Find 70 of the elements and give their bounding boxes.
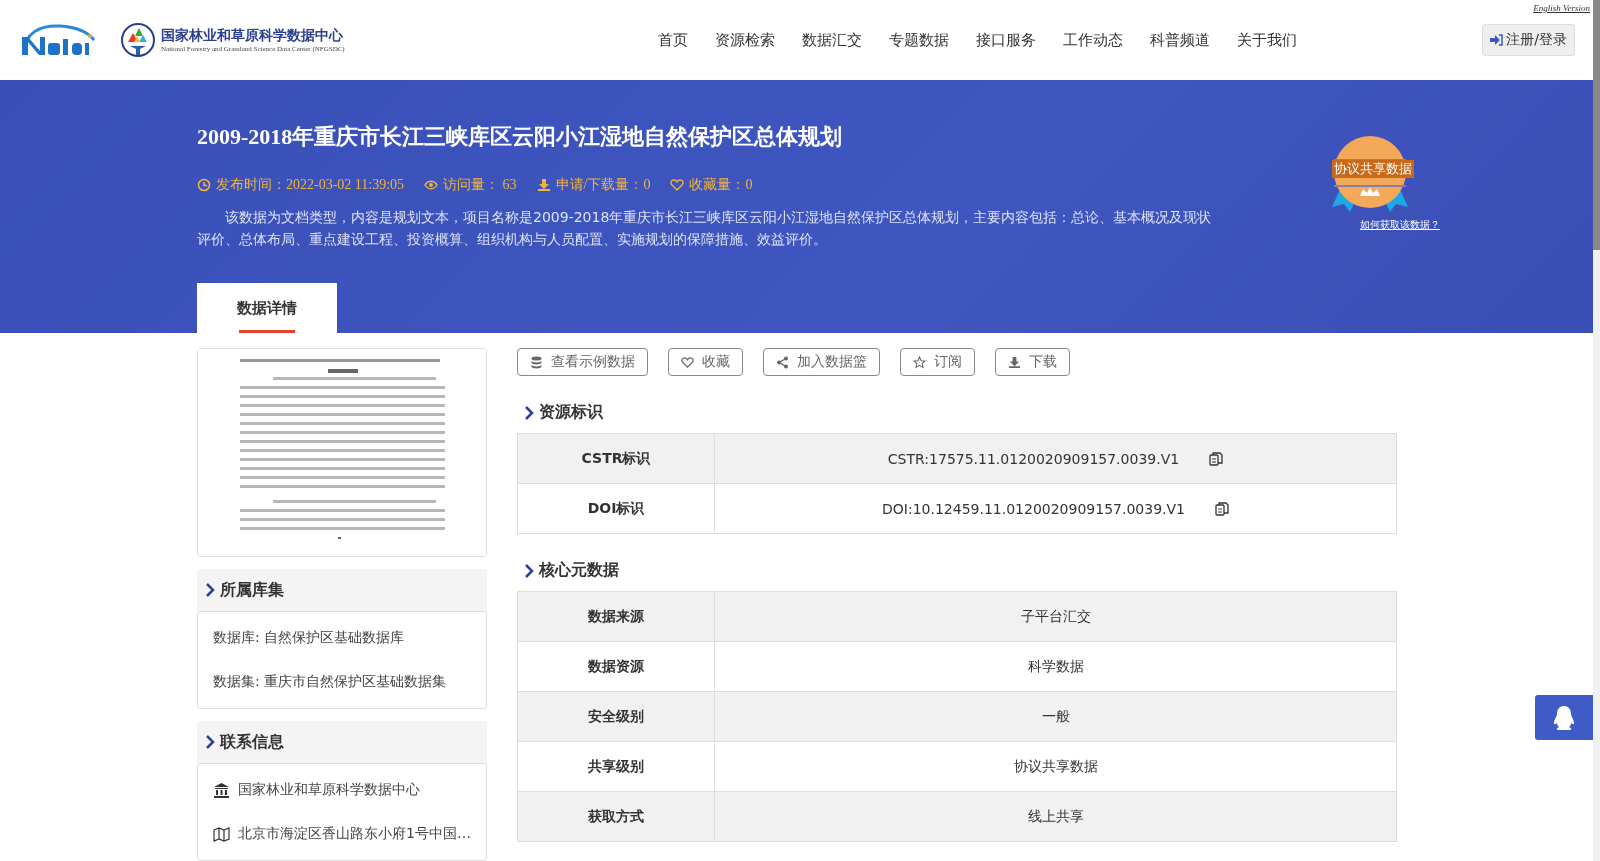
login-button[interactable]: 注册/登录 bbox=[1482, 24, 1575, 56]
chevron-icon bbox=[524, 405, 534, 420]
action-button[interactable]: 下载 bbox=[995, 348, 1070, 376]
penguin-icon bbox=[1552, 704, 1576, 731]
nav-link[interactable]: 资源检索 bbox=[715, 30, 776, 50]
site-name: 国家林业和草原科学数据中心 bbox=[161, 27, 344, 45]
tree-logo-icon[interactable] bbox=[120, 22, 156, 58]
nav-link[interactable]: 数据汇交 bbox=[802, 30, 863, 50]
database-icon bbox=[530, 355, 543, 369]
download-icon bbox=[1008, 355, 1021, 369]
map-icon bbox=[213, 826, 230, 842]
dataset-description: 该数据为文档类型，内容是规划文本，项目名称是2009-2018年重庆市长江三峡库区云阳小江湿地自然保护区总体规划，主要内容包括：总论、基本概况及现状评价、总体布局、重点建设工程、投资概算、组织机构与人员配置、实施规划的保障措施、效益评价。 bbox=[197, 208, 1212, 249]
chevron-icon bbox=[524, 563, 534, 578]
field-label: 共享级别 bbox=[588, 757, 644, 776]
tab[interactable]: 数据详情 bbox=[197, 283, 337, 333]
nsti-logo-icon[interactable] bbox=[20, 23, 98, 57]
action-button[interactable]: 加入数据篮 bbox=[763, 348, 880, 376]
dataset-title: 2009-2018年重庆市长江三峡库区云阳小江湿地自然保护区总体规划 bbox=[197, 123, 844, 151]
copy-icon[interactable] bbox=[1215, 501, 1229, 516]
chat-button[interactable] bbox=[1535, 695, 1593, 740]
action-button[interactable]: 订阅 bbox=[900, 348, 975, 376]
field-label: 数据资源 bbox=[588, 657, 644, 676]
nav-link[interactable]: 科普频道 bbox=[1150, 30, 1211, 50]
collection-link[interactable]: 数据集: 重庆市自然保护区基础数据集 bbox=[198, 660, 486, 704]
field-label: CSTR标识 bbox=[581, 449, 651, 468]
section-title: 资源标识 bbox=[539, 402, 603, 423]
field-value: 协议共享数据 bbox=[1013, 757, 1098, 776]
download-icon bbox=[536, 178, 551, 192]
nav-link[interactable]: 工作动态 bbox=[1063, 30, 1124, 50]
section-title: 所属库集 bbox=[220, 579, 284, 601]
bank-icon bbox=[213, 782, 230, 798]
field-label: DOI标识 bbox=[587, 499, 645, 518]
nav-link[interactable]: 专题数据 bbox=[889, 30, 950, 50]
nav-link[interactable]: 接口服务 bbox=[976, 30, 1037, 50]
field-value: 子平台汇交 bbox=[1020, 607, 1091, 626]
meta-text: 申请/下载量：0 bbox=[555, 176, 651, 194]
field-value: 一般 bbox=[1041, 707, 1070, 726]
field-label: 数据来源 bbox=[588, 607, 644, 626]
field-value: CSTR:17575.11.0120020909157.0039.V1 bbox=[887, 450, 1180, 467]
meta-text: 访问量： 63 bbox=[443, 176, 517, 194]
chevron-icon bbox=[205, 735, 215, 749]
contact-text: 北京市海淀区香山路东小府1号中国… bbox=[238, 825, 471, 843]
field-label: 获取方式 bbox=[588, 807, 644, 826]
nav-link[interactable]: 首页 bbox=[658, 30, 689, 50]
badge-label: 协议共享数据 bbox=[1332, 160, 1414, 178]
meta-text: 收藏量：0 bbox=[689, 176, 753, 194]
field-value: 线上共享 bbox=[1027, 807, 1084, 826]
heart-icon bbox=[670, 178, 685, 192]
nav-link[interactable]: 关于我们 bbox=[1237, 30, 1298, 50]
section-title: 联系信息 bbox=[220, 731, 284, 753]
collection-link[interactable]: 数据库: 自然保护区基础数据库 bbox=[198, 616, 486, 660]
section-title: 核心元数据 bbox=[539, 560, 619, 581]
copy-icon[interactable] bbox=[1209, 451, 1224, 466]
meta-text: 发布时间：2022-03-02 11:39:05 bbox=[216, 176, 405, 194]
chevron-icon bbox=[205, 583, 215, 597]
clock-icon bbox=[197, 178, 211, 192]
contact-text: 国家林业和草原科学数据中心 bbox=[238, 781, 420, 799]
how-to-get-link[interactable]: 如何获取该数据？ bbox=[1360, 218, 1440, 232]
eye-icon bbox=[424, 178, 439, 192]
share-icon bbox=[776, 355, 789, 369]
scrollbar-thumb[interactable] bbox=[1593, 0, 1600, 250]
heart-icon bbox=[681, 355, 694, 369]
english-version-link[interactable]: English Version bbox=[1533, 3, 1590, 13]
field-value: 科学数据 bbox=[1027, 657, 1084, 676]
field-label: 安全级别 bbox=[588, 707, 644, 726]
action-button[interactable]: 收藏 bbox=[668, 348, 743, 376]
star-icon bbox=[913, 355, 926, 369]
field-value: DOI:10.12459.11.0120020909157.0039.V1 bbox=[882, 500, 1185, 517]
sign-in-icon bbox=[1490, 34, 1504, 46]
action-button[interactable]: 查看示例数据 bbox=[517, 348, 648, 376]
